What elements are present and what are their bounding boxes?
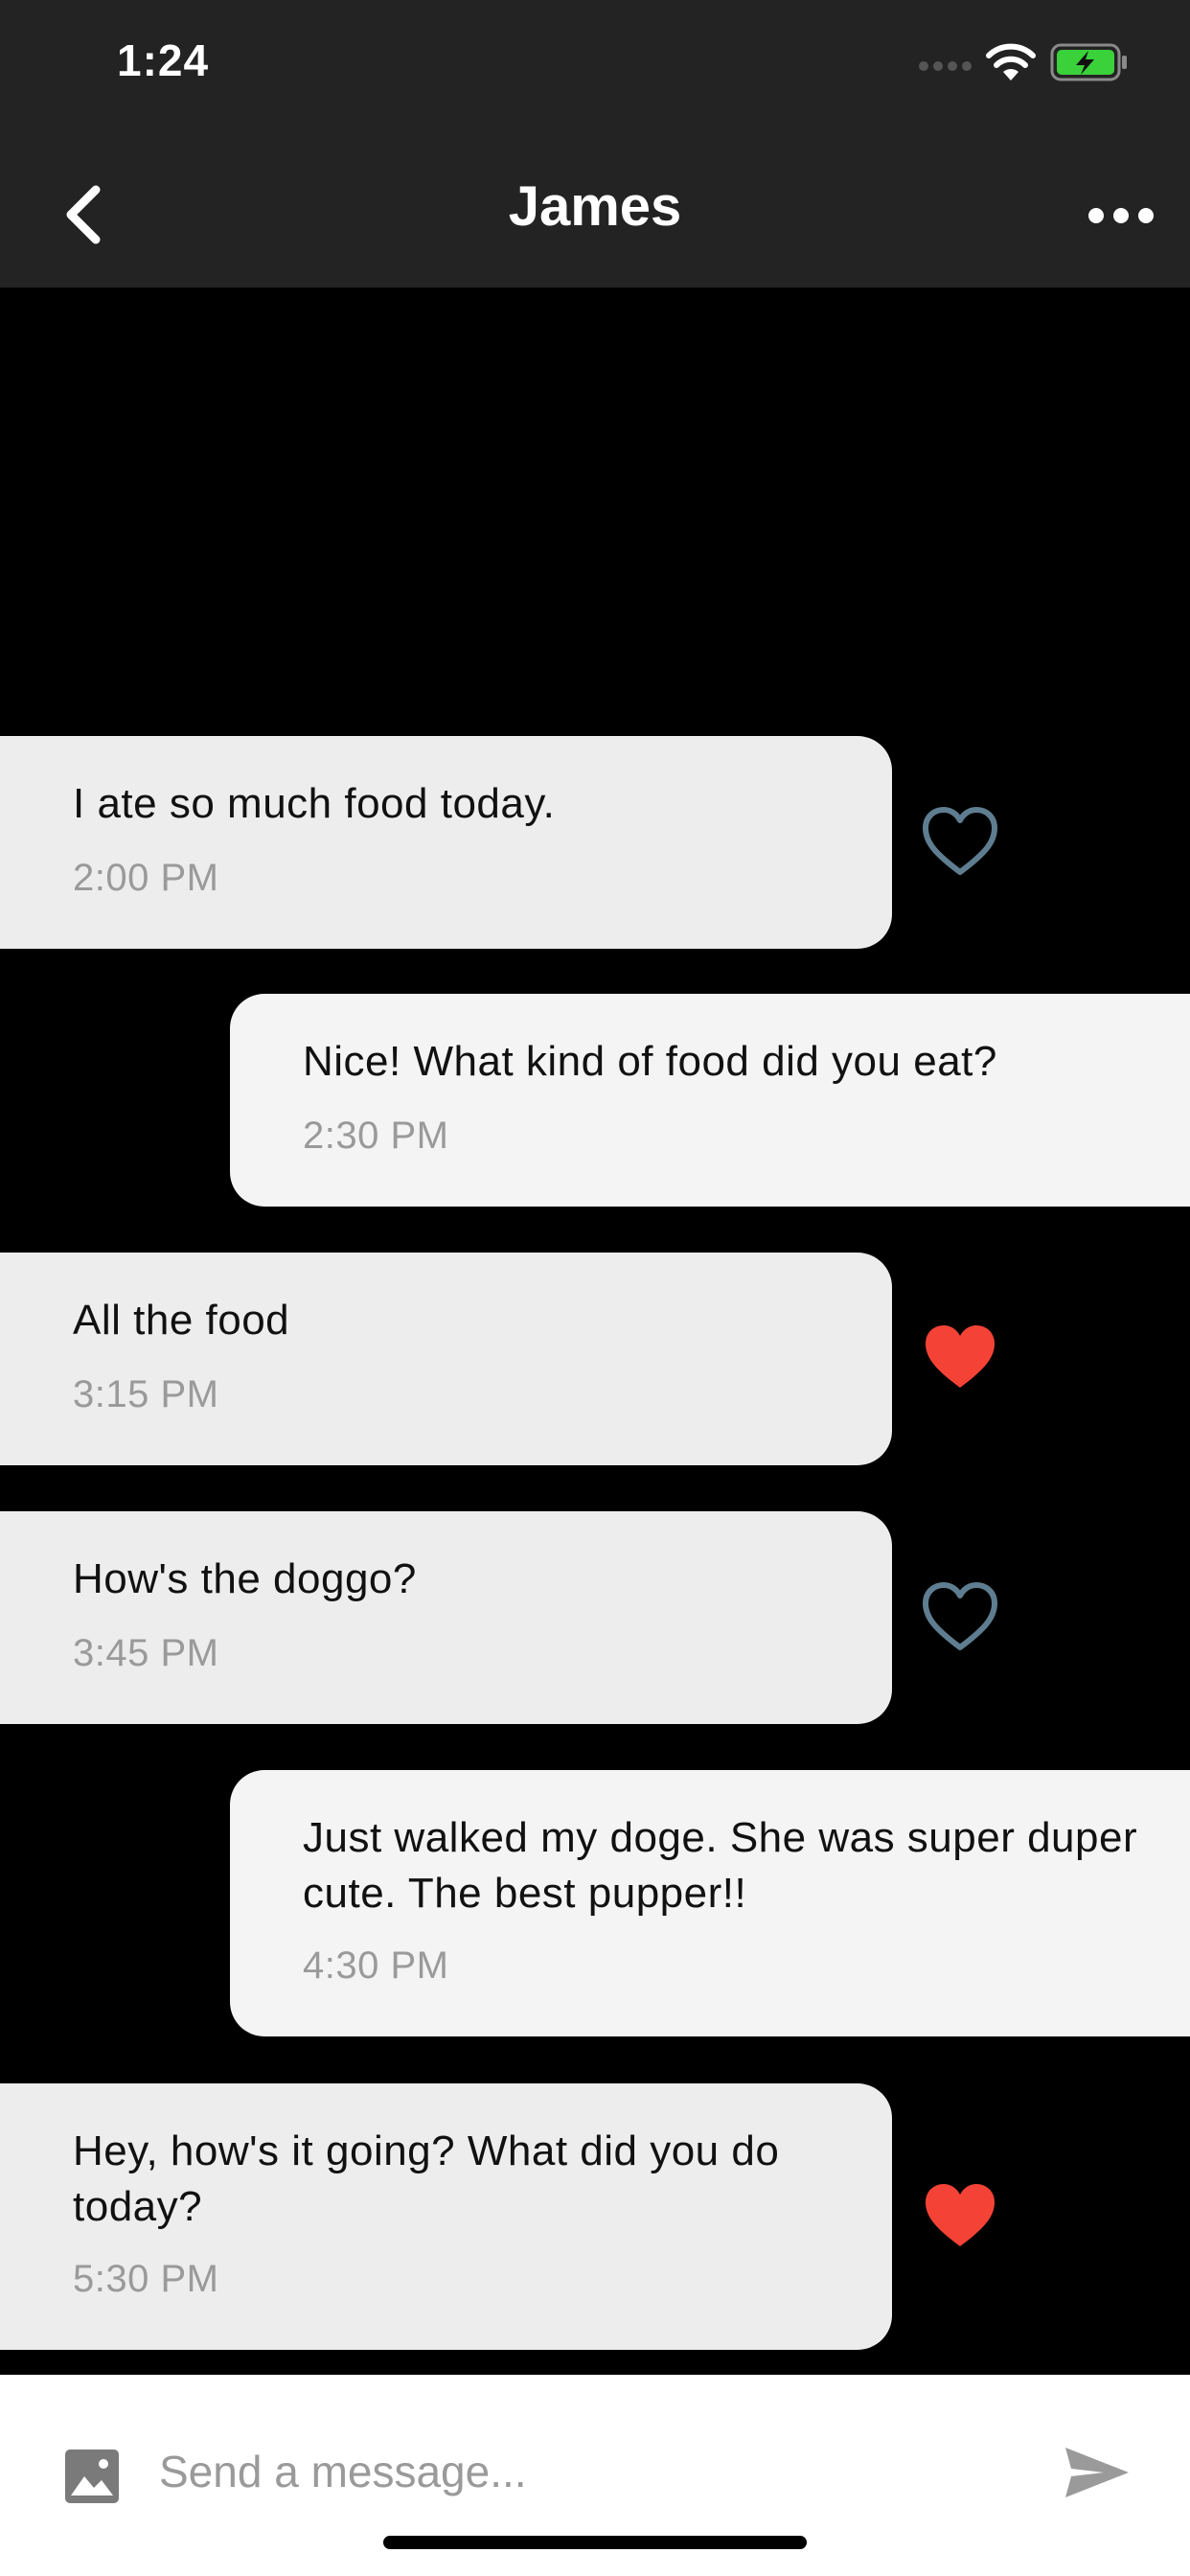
status-bar: 1:24 (0, 0, 1190, 144)
wifi-icon (986, 43, 1036, 80)
signal-icon (919, 61, 972, 71)
message-time: 5:30 PM (73, 2258, 219, 2300)
message-text: Nice! What kind of food did you eat? (303, 1038, 997, 1085)
message-text: I ate so much food today. (73, 780, 556, 827)
message-bubble-received[interactable]: All the food 3:15 PM (0, 1253, 892, 1465)
message-bubble-received[interactable]: I ate so much food today. 2:00 PM (0, 736, 892, 949)
nav-bar: James (0, 144, 1190, 288)
message-time: 4:30 PM (303, 1944, 449, 1987)
message-time: 3:15 PM (73, 1373, 219, 1415)
message-bubble-received[interactable]: How's the doggo? 3:45 PM (0, 1511, 892, 1724)
more-options-button[interactable] (1083, 192, 1159, 240)
home-indicator (383, 2536, 807, 2549)
message-text: How's the doggo? (73, 1555, 417, 1602)
message-time: 2:00 PM (73, 857, 219, 899)
heart-outline-icon[interactable] (922, 807, 998, 878)
message-bubble-sent[interactable]: Just walked my doge. She was super duper… (230, 1770, 1190, 2036)
send-icon[interactable] (1064, 2444, 1131, 2501)
image-icon[interactable] (63, 2448, 121, 2505)
battery-charging-icon (1050, 43, 1127, 81)
message-bubble-sent[interactable]: Nice! What kind of food did you eat? 2:3… (230, 994, 1190, 1207)
message-text: Hey, how's it going? What did you do tod… (73, 2128, 780, 2230)
contact-name: James (508, 175, 682, 238)
message-input[interactable] (159, 2438, 926, 2505)
message-time: 3:45 PM (73, 1632, 219, 1674)
message-time: 2:30 PM (303, 1115, 449, 1157)
message-bubble-received[interactable]: Hey, how's it going? What did you do tod… (0, 2083, 892, 2350)
message-text: Just walked my doge. She was super duper… (303, 1814, 1138, 1917)
heart-filled-icon[interactable] (922, 2181, 998, 2252)
heart-filled-icon[interactable] (922, 1322, 998, 1393)
message-text: All the food (73, 1297, 290, 1344)
heart-outline-icon[interactable] (922, 1582, 998, 1653)
status-time: 1:24 (117, 35, 210, 85)
